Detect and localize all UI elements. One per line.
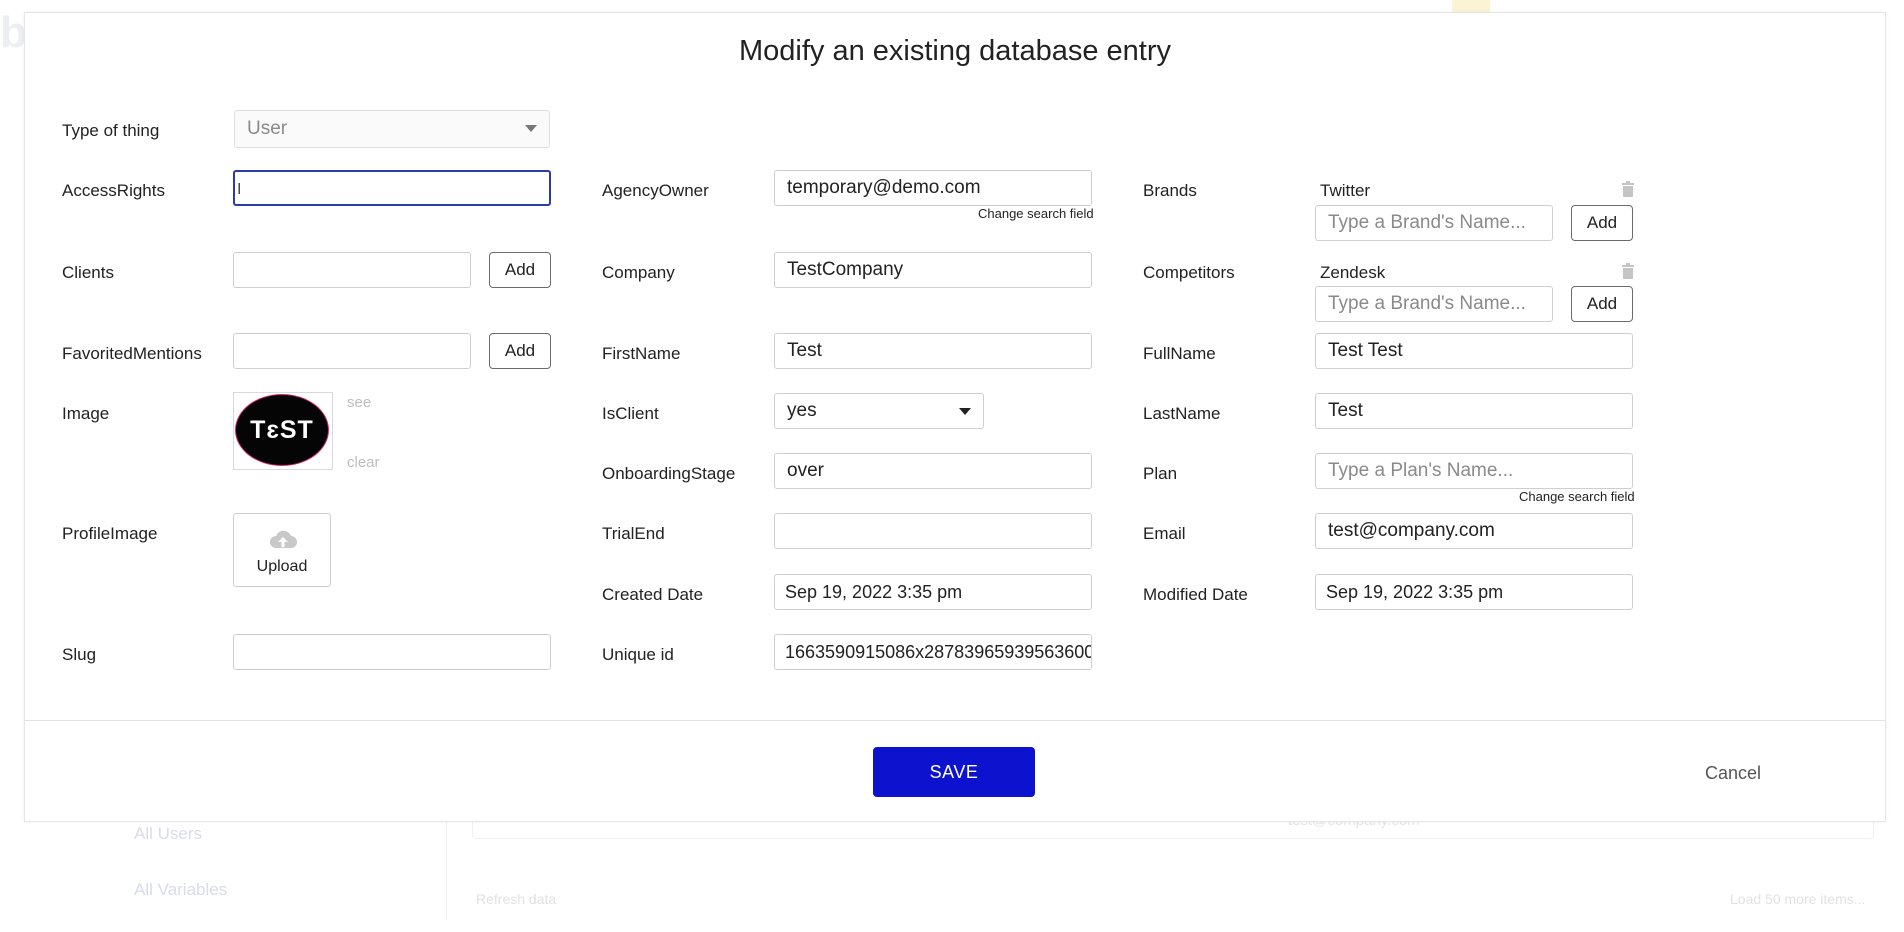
company-input[interactable]: TestCompany — [774, 252, 1092, 288]
email-input[interactable]: test@company.com — [1315, 513, 1633, 549]
agency-owner-change-search-link[interactable]: Change search field — [978, 206, 1094, 221]
created-date-input[interactable]: Sep 19, 2022 3:35 pm — [774, 574, 1092, 610]
unique-id-input[interactable]: 1663590915086x287839659395636000 — [774, 634, 1092, 670]
profile-image-label: ProfileImage — [62, 524, 158, 543]
type-of-thing-label: Type of thing — [62, 121, 160, 140]
email-label: Email — [1143, 524, 1186, 543]
image-label: Image — [62, 404, 110, 423]
image-see-link[interactable]: see — [347, 394, 371, 411]
full-name-input[interactable]: Test Test — [1315, 333, 1633, 369]
modified-date-label: Modified Date — [1143, 585, 1248, 604]
is-client-select[interactable]: yes — [774, 393, 984, 429]
type-of-thing-select: User — [234, 110, 550, 148]
clients-label: Clients — [62, 263, 114, 282]
unique-id-label: Unique id — [602, 645, 674, 664]
sidebar-item-all-variables[interactable]: All Variables — [134, 880, 227, 900]
is-client-label: IsClient — [602, 404, 659, 423]
brands-search-input[interactable]: Type a Brand's Name... — [1315, 205, 1553, 241]
delete-brand-trash-icon[interactable] — [1621, 181, 1635, 197]
clients-input[interactable] — [233, 252, 471, 288]
competitor-item-zendesk: Zendesk — [1320, 263, 1386, 282]
image-clear-link[interactable]: clear — [347, 454, 380, 471]
competitors-search-input[interactable]: Type a Brand's Name... — [1315, 286, 1553, 322]
delete-competitor-trash-icon[interactable] — [1621, 263, 1635, 279]
sidebar-item-all-users[interactable]: All Users — [134, 824, 202, 844]
favorited-mentions-label: FavoritedMentions — [62, 344, 202, 363]
last-name-input[interactable]: Test — [1315, 393, 1633, 429]
chevron-down-icon — [525, 125, 537, 132]
favorited-mentions-input[interactable] — [233, 333, 471, 369]
app-logo-fragment: b — [0, 8, 27, 57]
dropdown-arrow-icon — [959, 408, 971, 415]
access-rights-label: AccessRights — [62, 181, 165, 200]
refresh-data-link[interactable]: Refresh data — [476, 891, 556, 907]
cancel-button[interactable]: Cancel — [1705, 763, 1761, 784]
access-rights-input[interactable] — [233, 170, 551, 206]
plan-search-input[interactable]: Type a Plan's Name... — [1315, 453, 1633, 489]
brands-add-button[interactable]: Add — [1571, 205, 1633, 241]
is-client-value: yes — [787, 400, 817, 421]
trial-end-input[interactable] — [774, 513, 1092, 549]
company-label: Company — [602, 263, 675, 282]
competitors-add-button[interactable]: Add — [1571, 286, 1633, 322]
first-name-input[interactable]: Test — [774, 333, 1092, 369]
slug-input[interactable] — [233, 634, 551, 670]
first-name-label: FirstName — [602, 344, 681, 363]
full-name-label: FullName — [1143, 344, 1216, 363]
type-of-thing-value: User — [247, 118, 288, 139]
modified-date-input[interactable]: Sep 19, 2022 3:35 pm — [1315, 574, 1633, 610]
brands-label: Brands — [1143, 181, 1197, 200]
modify-entry-modal: Modify an existing database entry Type o… — [24, 12, 1886, 822]
favorited-mentions-add-button[interactable]: Add — [489, 333, 551, 369]
slug-label: Slug — [62, 645, 97, 664]
footer-divider — [25, 720, 1885, 721]
modal-title: Modify an existing database entry — [738, 35, 1172, 67]
save-button[interactable]: SAVE — [873, 747, 1035, 797]
clients-add-button[interactable]: Add — [489, 252, 551, 288]
agency-owner-label: AgencyOwner — [602, 181, 709, 200]
image-preview[interactable]: TɛST — [233, 392, 333, 470]
onboarding-stage-label: OnboardingStage — [602, 464, 736, 483]
cloud-upload-icon — [270, 530, 297, 548]
competitors-label: Competitors — [1143, 263, 1235, 282]
trial-end-label: TrialEnd — [602, 524, 665, 543]
upload-label: Upload — [256, 558, 308, 575]
onboarding-stage-input[interactable]: over — [774, 453, 1092, 489]
load-more-link[interactable]: Load 50 more items... — [1730, 891, 1865, 907]
test-logo-image: TɛST — [235, 394, 329, 466]
created-date-label: Created Date — [602, 585, 704, 604]
plan-label: Plan — [1143, 464, 1178, 483]
plan-change-search-link[interactable]: Change search field — [1519, 489, 1635, 504]
last-name-label: LastName — [1143, 404, 1221, 423]
agency-owner-input[interactable]: temporary@demo.com — [774, 170, 1092, 206]
profile-image-upload-button[interactable]: Upload — [233, 513, 331, 587]
text-cursor-icon: I — [237, 181, 242, 198]
brand-item-twitter: Twitter — [1320, 181, 1371, 200]
